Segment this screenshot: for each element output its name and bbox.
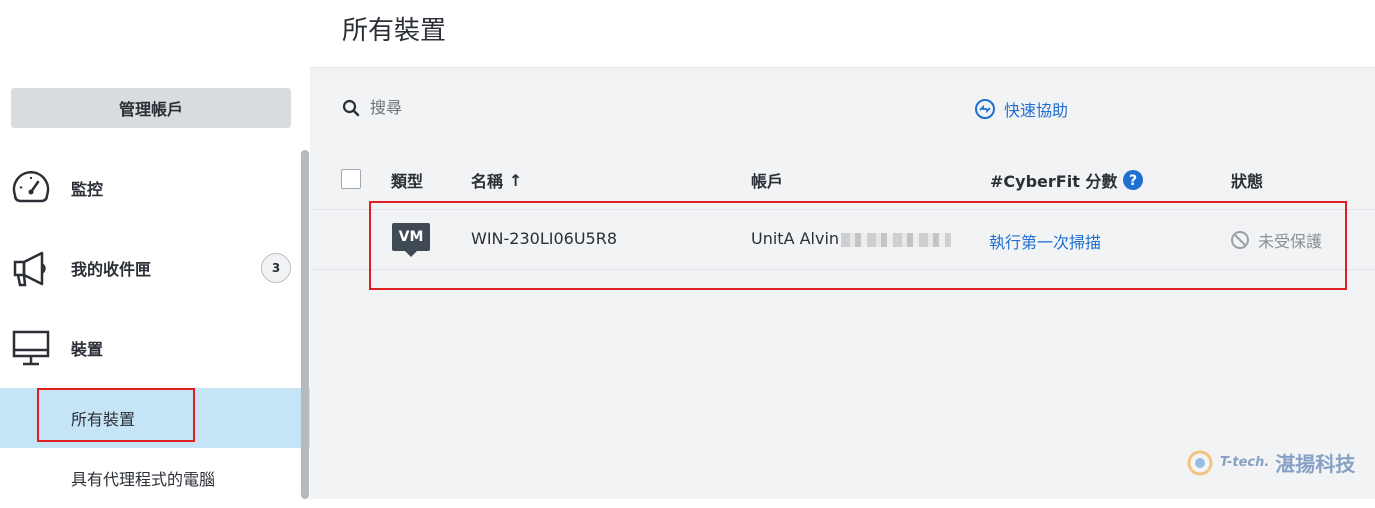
quick-assist-label: 快速協助 — [1004, 101, 1069, 120]
sort-ascending-icon: ↑ — [509, 170, 523, 190]
watermark-name: 湛揚科技 — [1275, 452, 1356, 476]
sidebar-subitem-machines-with-agents[interactable]: 具有代理程式的電腦 — [0, 448, 310, 508]
sidebar-item-label: 監控 — [71, 180, 104, 199]
sidebar-scrollbar[interactable] — [301, 150, 309, 499]
column-header-label: 帳戶 — [751, 172, 784, 191]
column-header-label: #CyberFit 分數 — [990, 172, 1118, 191]
megaphone-icon — [13, 251, 46, 287]
sidebar-item-devices[interactable]: 裝置 — [0, 318, 300, 378]
help-icon[interactable]: ? — [1123, 170, 1144, 190]
search-bar[interactable] — [342, 98, 670, 117]
column-header-type[interactable]: 類型 — [391, 168, 423, 192]
sidebar-item-label: 裝置 — [71, 340, 104, 359]
column-header-cyberfit[interactable]: #CyberFit 分數 ? — [990, 168, 1144, 192]
select-all-checkbox[interactable] — [341, 169, 361, 189]
watermark-logo: T-tech. 湛揚科技 — [1186, 448, 1355, 477]
search-icon — [342, 99, 360, 116]
sidebar-item-label: 我的收件匣 — [71, 260, 152, 279]
monitor-icon — [12, 330, 50, 366]
manage-account-button[interactable]: 管理帳戶 — [11, 88, 291, 128]
column-header-label: 名稱 — [471, 172, 504, 191]
svg-text:?: ? — [1129, 173, 1137, 189]
quick-assist-button[interactable]: 快速協助 — [974, 97, 1068, 121]
sidebar-subitem-label: 具有代理程式的電腦 — [71, 470, 216, 489]
column-header-label: 狀態 — [1231, 172, 1264, 191]
column-header-label: 類型 — [391, 172, 424, 191]
column-header-account[interactable]: 帳戶 — [751, 168, 783, 192]
row-highlight-box — [369, 201, 1347, 290]
gauge-icon — [12, 171, 50, 203]
column-header-name[interactable]: 名稱 ↑ — [471, 168, 522, 192]
sidebar-item-inbox[interactable]: 我的收件匣 3 — [0, 238, 300, 298]
watermark-brand: T-tech. — [1220, 455, 1270, 470]
inbox-count-badge: 3 — [261, 253, 291, 283]
column-header-status[interactable]: 狀態 — [1231, 168, 1263, 192]
page-title: 所有裝置 — [342, 16, 447, 46]
company-logo-icon — [1187, 450, 1213, 475]
quick-assist-icon — [975, 99, 995, 119]
search-input[interactable] — [370, 98, 670, 117]
subitem-highlight-box — [37, 388, 195, 442]
sidebar-item-monitoring[interactable]: 監控 — [0, 158, 300, 218]
